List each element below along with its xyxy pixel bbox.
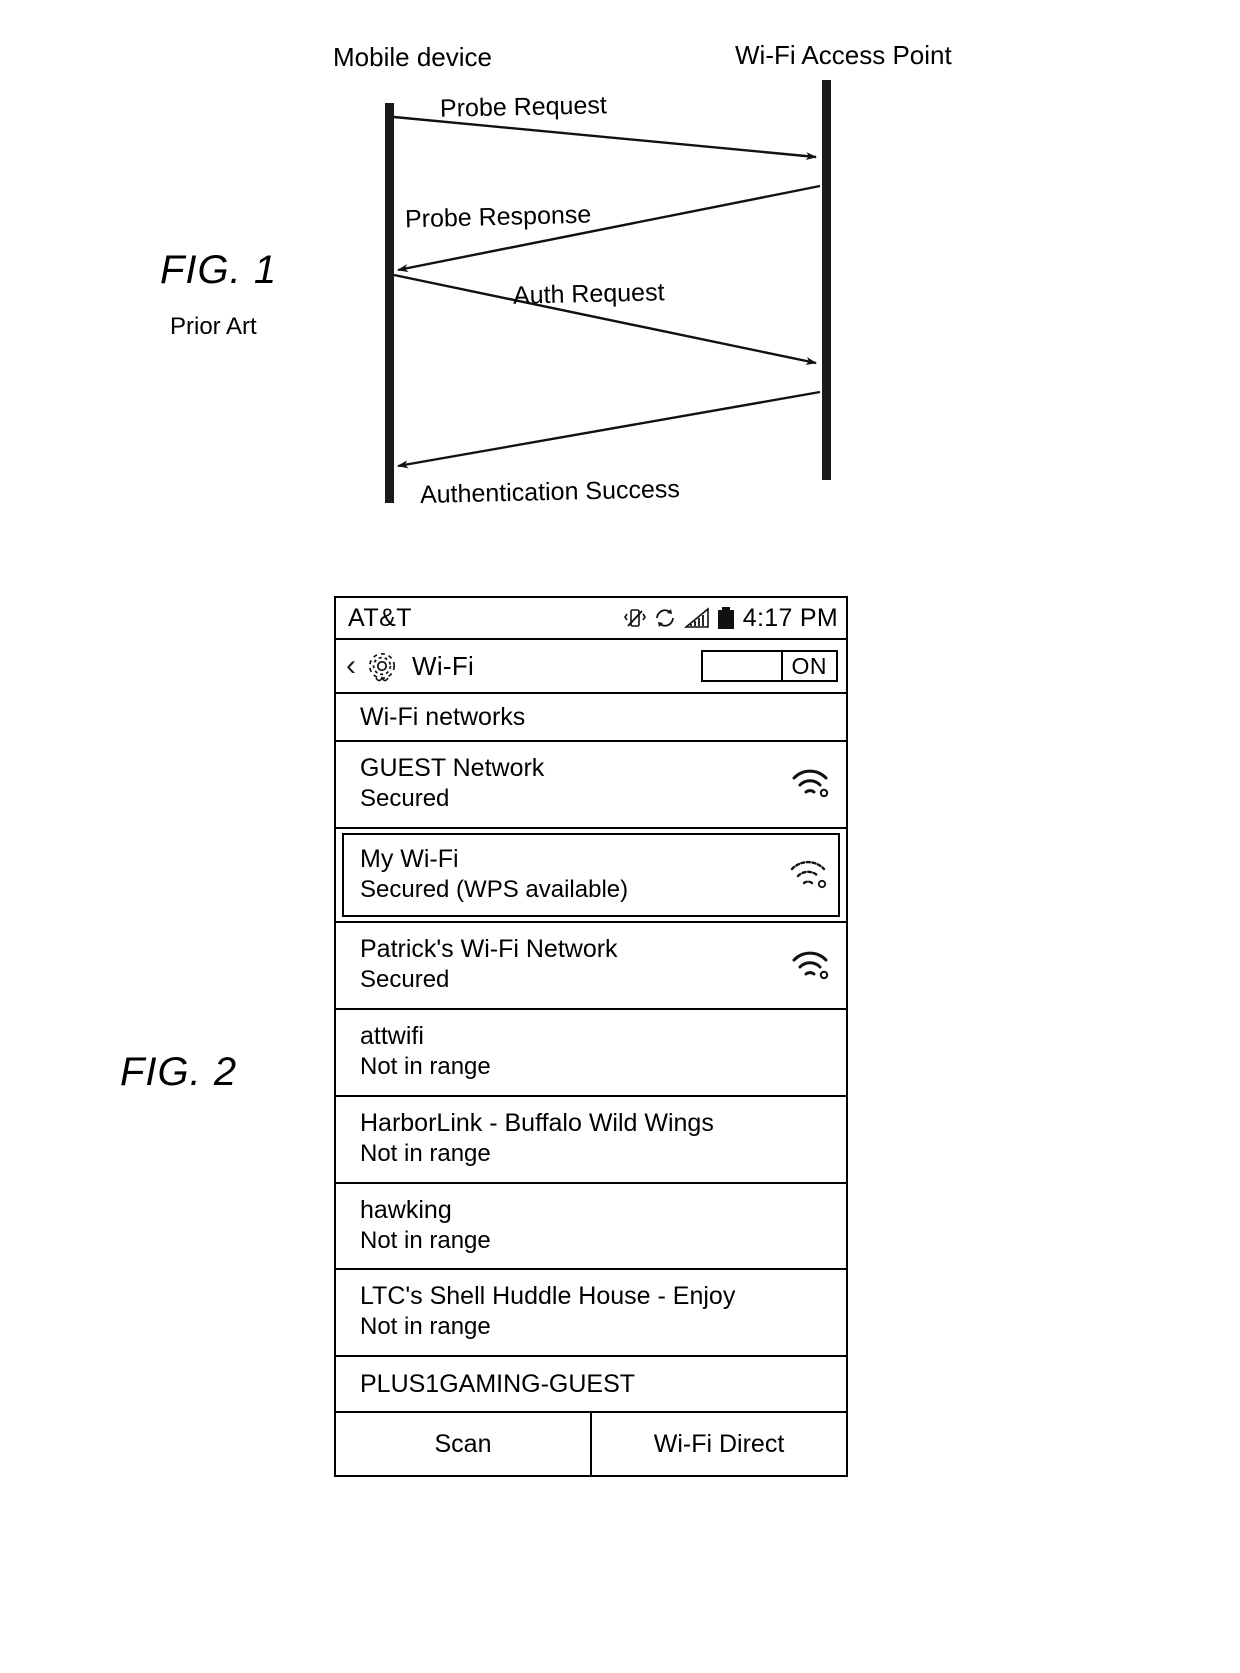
network-texts: attwifi Not in range	[360, 1020, 832, 1083]
section-header-wifi-networks: Wi-Fi networks	[336, 694, 846, 742]
list-item-content: Patrick's Wi-Fi Network Secured	[360, 933, 832, 996]
figure-2: FIG. 2 AT&T 4:17 PM ‹ Wi-Fi ON Wi-Fi net…	[0, 560, 1240, 1560]
message-label-probe-request: Probe Request	[439, 91, 608, 123]
table-row[interactable]: hawking Not in range	[336, 1184, 846, 1271]
network-name: attwifi	[360, 1022, 424, 1051]
network-texts: HarborLink - Buffalo Wild Wings Not in r…	[360, 1107, 832, 1170]
signal-bars-icon	[683, 607, 710, 629]
network-name: hawking	[360, 1195, 452, 1224]
gear-icon[interactable]	[362, 646, 402, 686]
toggle-on-label[interactable]: ON	[783, 652, 837, 680]
network-status: Not in range	[360, 1313, 491, 1341]
network-name: Patrick's Wi-Fi Network	[360, 935, 618, 964]
status-bar: AT&T 4:17 PM	[336, 598, 846, 640]
clock-label: 4:17 PM	[742, 603, 838, 632]
title-bar: ‹ Wi-Fi ON	[336, 640, 846, 694]
table-row[interactable]: LTC's Shell Huddle House - Enjoy Not in …	[336, 1270, 846, 1358]
carrier-label: AT&T	[348, 603, 413, 632]
network-status: Secured (WPS available)	[360, 875, 629, 903]
list-item-content: hawking Not in range	[360, 1194, 832, 1257]
list-item-content: My Wi-Fi Secured (WPS available)	[342, 832, 840, 918]
page-title: Wi-Fi	[412, 650, 475, 681]
table-row[interactable]: Patrick's Wi-Fi Network Secured	[336, 923, 846, 1011]
network-status: Not in range	[360, 1053, 491, 1081]
list-item-content: LTC's Shell Huddle House - Enjoy Not in …	[360, 1280, 832, 1343]
table-row[interactable]: GUEST Network Secured	[336, 742, 846, 829]
network-status: Secured	[360, 966, 450, 994]
figure-1: FIG. 1 Prior Art Mobile device Wi-Fi Acc…	[0, 0, 1240, 545]
figure-2-label: FIG. 2	[120, 1050, 238, 1094]
vibrate-icon	[623, 606, 646, 630]
battery-icon	[717, 606, 735, 630]
network-name: GUEST Network	[360, 754, 545, 782]
network-status: Not in range	[360, 1139, 491, 1167]
network-texts: GUEST Network Secured	[360, 752, 780, 815]
table-row[interactable]: My Wi-Fi Secured (WPS available)	[336, 829, 846, 924]
button-bar: Scan Wi-Fi Direct	[336, 1413, 846, 1476]
network-texts: LTC's Shell Huddle House - Enjoy Not in …	[360, 1280, 832, 1343]
message-label-authentication-success: Authentication Success	[419, 475, 681, 509]
network-name: HarborLink - Buffalo Wild Wings	[360, 1108, 714, 1137]
status-icon-group	[623, 606, 735, 630]
figure-1-arrows	[393, 115, 821, 469]
table-row[interactable]: HarborLink - Buffalo Wild Wings Not in r…	[336, 1097, 846, 1184]
table-row[interactable]: attwifi Not in range	[336, 1010, 846, 1097]
wifi-direct-button[interactable]: Wi-Fi Direct	[590, 1413, 846, 1476]
message-label-probe-response: Probe Response	[404, 200, 592, 234]
list-item-content: GUEST Network Secured	[360, 752, 832, 815]
message-label-auth-request: Auth Request	[512, 278, 665, 310]
network-texts: hawking Not in range	[360, 1194, 832, 1257]
phone-screen: AT&T 4:17 PM ‹ Wi-Fi ON Wi-Fi networks G…	[334, 596, 848, 1478]
list-item-content: attwifi Not in range	[360, 1020, 832, 1083]
network-status: Secured	[360, 785, 450, 812]
sync-icon	[653, 606, 677, 630]
table-row-last-network[interactable]: PLUS1GAMING-GUEST	[336, 1357, 846, 1414]
network-texts: My Wi-Fi Secured (WPS available)	[360, 843, 778, 906]
network-name: LTC's Shell Huddle House - Enjoy	[360, 1282, 736, 1311]
scan-button[interactable]: Scan	[336, 1413, 590, 1475]
network-name: My Wi-Fi	[360, 844, 459, 873]
network-texts: Patrick's Wi-Fi Network Secured	[360, 933, 780, 996]
list-item-content: HarborLink - Buffalo Wild Wings Not in r…	[360, 1107, 832, 1170]
wifi-toggle[interactable]: ON	[700, 650, 838, 682]
toggle-track[interactable]	[703, 652, 783, 680]
back-chevron-icon[interactable]: ‹	[346, 651, 356, 681]
network-status: Not in range	[360, 1226, 491, 1254]
wifi-signal-icon	[788, 948, 832, 982]
wifi-signal-icon	[786, 857, 830, 891]
wifi-signal-icon	[788, 766, 832, 800]
